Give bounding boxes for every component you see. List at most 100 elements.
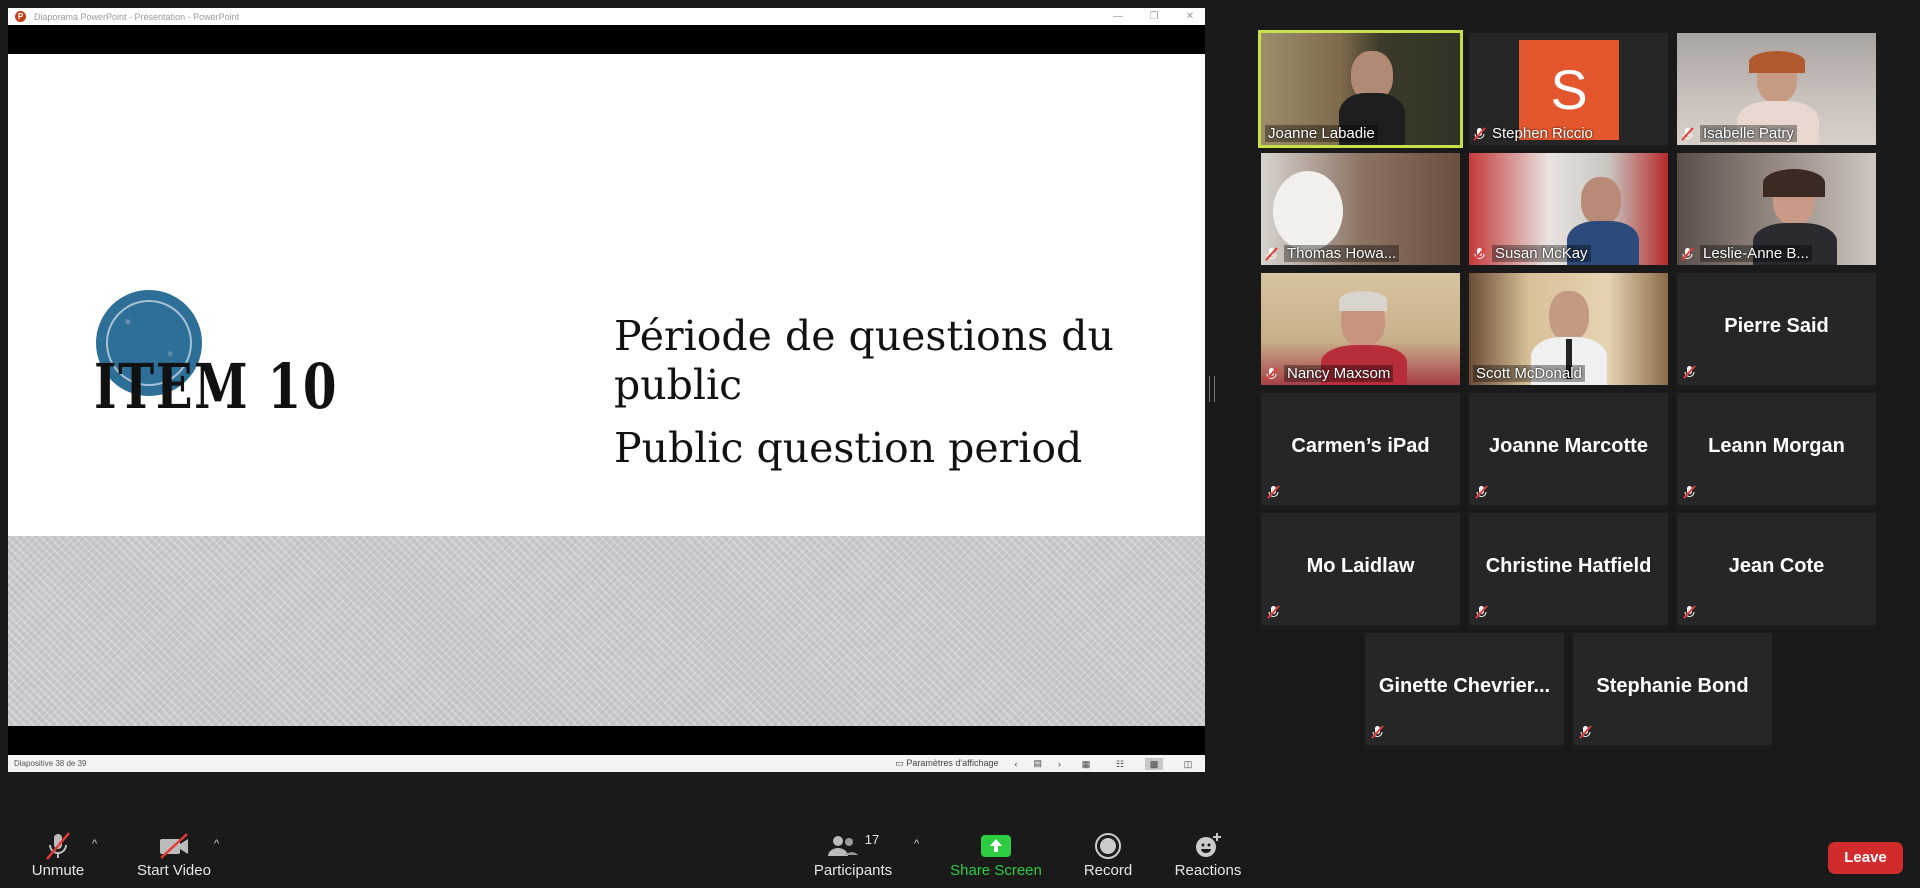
participant-tile[interactable]: Leann Morgan [1677,393,1876,505]
participant-tile[interactable]: Joanne Marcotte [1469,393,1668,505]
muted-mic-icon [1683,605,1696,619]
video-off-icon [132,830,216,862]
minimize-icon[interactable]: — [1113,11,1123,22]
muted-mic-icon [1579,725,1592,739]
participant-name: Christine Hatfield [1485,555,1652,577]
participant-name-row: Leslie-Anne B... [1681,245,1812,262]
participant-tile[interactable]: Thomas Howa... [1261,153,1460,265]
next-slide-icon[interactable]: › [1058,759,1061,769]
participant-name-row: Thomas Howa... [1265,245,1400,262]
participant-tile[interactable]: Joanne Labadie [1258,30,1463,148]
participant-name: Leann Morgan [1708,435,1845,457]
participant-tile[interactable]: Carmen’s iPad [1261,393,1460,505]
participant-tile[interactable]: S Stephen Riccio [1469,33,1668,145]
muted-mic-icon [1475,605,1488,619]
close-icon[interactable]: ✕ [1185,11,1195,22]
powerpoint-logo-icon: P [15,11,26,22]
start-video-label: Start Video [137,862,211,879]
participant-name: Leslie-Anne B... [1700,245,1812,262]
participant-tile[interactable]: Jean Cote [1677,513,1876,625]
muted-mic-icon [1265,366,1278,381]
participant-name: Joanne Marcotte [1489,435,1648,457]
participant-tile[interactable]: Scott McDonald [1469,273,1668,385]
share-screen-label: Share Screen [950,862,1042,879]
participant-name-row: Susan McKay [1473,245,1591,262]
participants-button[interactable]: 17 Participants [808,830,898,880]
muted-mic-icon [1267,485,1280,499]
participant-name: Ginette Chevrier... [1378,675,1551,697]
slide-sorter-icon[interactable]: ☷ [1111,758,1129,770]
reactions-label: Reactions [1174,862,1242,879]
slide-menu-icon[interactable]: ▤ [1033,758,1042,769]
reading-view-icon[interactable]: ▩ [1145,757,1163,770]
muted-mic-icon [1267,605,1280,619]
unmute-button[interactable]: Unmute [22,830,94,879]
participant-name: Stephen Riccio [1492,125,1593,142]
participants-count: 17 [864,831,880,847]
participant-tile[interactable]: Susan McKay [1469,153,1668,265]
participant-name: Mo Laidlaw [1306,555,1415,577]
unmute-label: Unmute [31,862,85,879]
muted-mic-icon [1681,246,1694,261]
panel-resize-handle[interactable] [1209,376,1215,402]
share-screen-button[interactable]: Share Screen [948,830,1044,879]
participants-options-caret-icon[interactable]: ^ [914,838,919,850]
participant-name: Jean Cote [1728,555,1825,577]
participant-tile[interactable]: Pierre Said [1677,273,1876,385]
muted-mic-icon [1473,246,1486,261]
participant-tile[interactable]: Isabelle Patry [1677,33,1876,145]
record-label: Record [1083,862,1133,879]
participant-tile[interactable]: Ginette Chevrier... [1365,633,1564,745]
participant-tile[interactable]: Leslie-Anne B... [1677,153,1876,265]
muted-mic-icon [1475,485,1488,499]
participant-name: Scott McDonald [1473,365,1585,382]
reactions-button[interactable]: Reactions [1170,830,1246,879]
ppt-window-title: Diaporama PowerPoint - Présentation - Po… [34,11,240,22]
participant-name: Susan McKay [1492,245,1591,262]
muted-mic-icon [1265,246,1278,261]
restore-icon[interactable]: ❐ [1149,11,1159,22]
share-screen-icon [948,830,1044,862]
start-video-button[interactable]: Start Video [132,830,216,879]
participant-name: Carmen’s iPad [1291,435,1430,457]
muted-mic-icon [1473,126,1486,141]
participant-name-row: Joanne Labadie [1265,125,1378,142]
muted-mic-icon [1681,126,1694,141]
participant-tile[interactable]: Mo Laidlaw [1261,513,1460,625]
participant-name: Isabelle Patry [1700,125,1797,142]
display-settings-button[interactable]: ▭ Paramètres d'affichage [895,758,998,769]
status-controls: ▭ Paramètres d'affichage ‹ ▤ › ▦ ☷ ▩ ◫ [895,757,1197,770]
powerpoint-window: P Diaporama PowerPoint - Présentation - … [8,8,1205,772]
slide-bottom-bar [8,726,1205,734]
participant-tile[interactable]: Christine Hatfield [1469,513,1668,625]
record-button[interactable]: Record [1078,830,1138,879]
participant-tile[interactable]: Nancy Maxsom [1261,273,1460,385]
muted-mic-icon [1371,725,1384,739]
muted-mic-icon [1683,485,1696,499]
slide-title-en: Public question period [614,424,1083,472]
participant-tile[interactable]: Stephanie Bond [1573,633,1772,745]
slide-texture-band [8,536,1205,726]
slide-number: Diapositive 38 de 39 [14,759,87,768]
previous-slide-icon[interactable]: ‹ [1014,759,1017,769]
muted-mic-icon [22,830,94,862]
participant-name: Stephanie Bond [1596,675,1749,697]
ppt-titlebar: P Diaporama PowerPoint - Présentation - … [8,8,1205,25]
participant-name: Nancy Maxsom [1284,365,1394,382]
participant-name-row: Nancy Maxsom [1265,365,1394,382]
participant-name: Thomas Howa... [1284,245,1400,262]
record-icon [1078,830,1138,862]
audio-options-caret-icon[interactable]: ^ [92,838,97,850]
video-options-caret-icon[interactable]: ^ [214,838,219,850]
participants-label: Participants [813,862,893,879]
slideshow-icon[interactable]: ◫ [1179,758,1197,770]
item-label: ITEM 10 [94,350,339,423]
normal-view-icon[interactable]: ▦ [1077,758,1095,770]
participant-name-row: Stephen Riccio [1473,125,1593,142]
slide-title-fr: Période de questions du public [614,312,1114,409]
participants-icon: 17 [808,830,898,862]
participant-name-row: Isabelle Patry [1681,125,1797,142]
leave-button[interactable]: Leave [1828,842,1903,874]
meeting-toolbar: Unmute ^ Start Video ^ 17 Participants ^… [0,816,1920,888]
muted-mic-icon [1683,365,1696,379]
